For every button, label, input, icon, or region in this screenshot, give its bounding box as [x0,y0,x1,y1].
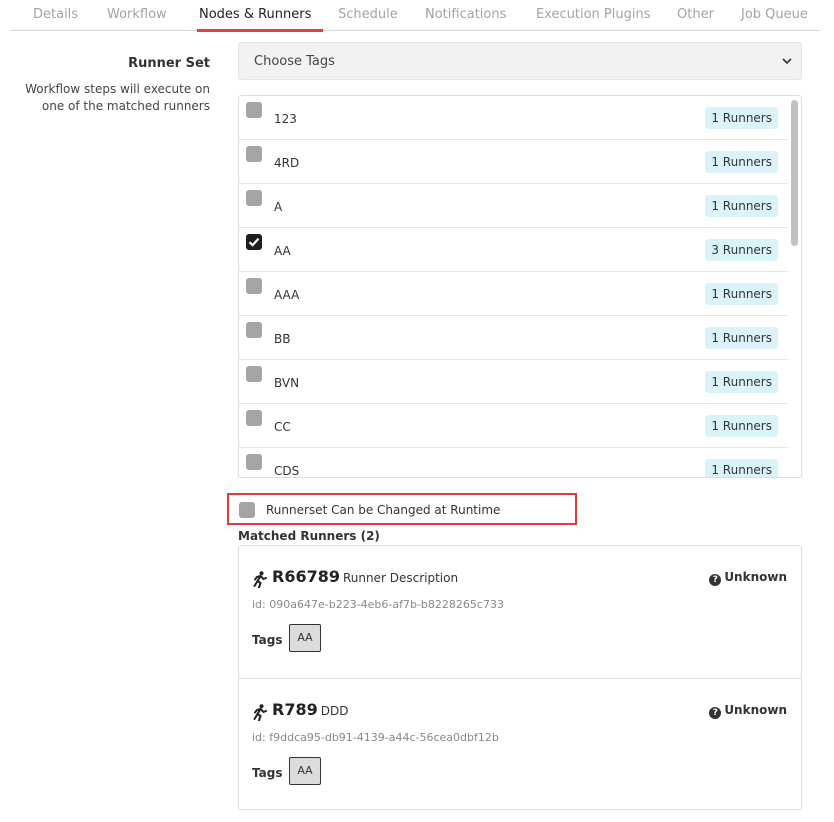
runner-tag-chip: AA [289,624,321,652]
tag-option-name: CC [274,420,291,434]
tag-checkbox[interactable] [246,454,262,470]
runner-set-help: Workflow steps will execute on one of th… [25,81,210,115]
tab-details[interactable]: Details [33,7,78,22]
tag-checkbox[interactable] [246,278,262,294]
checkmark-icon [248,237,260,247]
tab-job-queue[interactable]: Job Queue [741,7,808,22]
tag-checkbox[interactable] [246,410,262,426]
runner-set-help-line1: Workflow steps will execute on [25,82,210,96]
runner-tag-chip: AA [289,757,321,785]
tag-checkbox[interactable] [246,146,262,162]
tag-option-row[interactable]: BVN 1 Runners [239,360,788,404]
tag-checkbox-checked[interactable] [246,234,262,250]
runner-set-help-line2: one of the matched runners [41,99,210,113]
tab-workflow[interactable]: Workflow [107,7,167,22]
runner-card: R66789 Runner Description id: 090a647e-b2… [239,546,801,678]
tag-checkbox[interactable] [246,322,262,338]
runner-id: id: 090a647e-b223-4eb6-af7b-b8228265c733 [252,598,504,611]
runner-count-badge: 1 Runners [705,371,778,393]
tab-nodes-runners[interactable]: Nodes & Runners [199,7,311,22]
runtime-change-label: Runnerset Can be Changed at Runtime [266,503,501,517]
runner-count-badge: 1 Runners [705,151,778,173]
runner-name: R66789 Runner Description [272,567,458,586]
tag-option-name: BVN [274,376,300,390]
runner-card: R789 DDD id: f9ddca95-db91-4139-a44c-56ce… [239,679,801,811]
tab-schedule[interactable]: Schedule [338,7,398,22]
runtime-change-checkbox[interactable] [239,502,255,518]
runner-set-title: Runner Set [128,56,210,71]
tab-notifications[interactable]: Notifications [425,7,506,22]
runner-id: id: f9ddca95-db91-4139-a44c-56cea0dbf12b [252,731,499,744]
chevron-down-icon [782,58,792,65]
running-person-icon [253,571,267,588]
runner-name-text: R66789 [272,567,340,586]
tag-checkbox[interactable] [246,190,262,206]
runner-description: DDD [320,704,349,718]
tag-checkbox[interactable] [246,102,262,118]
runner-count-badge: 1 Runners [705,283,778,305]
tag-select-value: Choose Tags [254,54,335,69]
tag-option-name: AAA [274,288,300,302]
tag-option-name: CDS [274,464,300,478]
runner-count-badge: 1 Runners [705,327,778,349]
tag-option-row[interactable]: CDS 1 Runners [239,448,788,478]
active-tab-indicator [197,29,323,32]
question-circle-icon: ? [709,707,722,719]
tag-option-row[interactable]: AAA 1 Runners [239,272,788,316]
runner-description: Runner Description [342,571,459,585]
runner-count-badge: 1 Runners [705,195,778,217]
runner-status-text: Unknown [724,570,787,584]
tag-option-name: BB [274,332,291,346]
tag-option-row[interactable]: CC 1 Runners [239,404,788,448]
runner-tags-label: Tags [252,766,283,780]
runner-name-text: R789 [272,700,318,719]
tag-option-name: 4RD [274,156,300,170]
tag-option-row[interactable]: BB 1 Runners [239,316,788,360]
runner-count-badge: 3 Runners [705,239,778,261]
tag-select[interactable]: Choose Tags [238,42,802,80]
matched-runners-title: Matched Runners (2) [238,529,380,543]
tag-option-name: AA [274,244,291,258]
runner-count-badge: 1 Runners [705,459,778,477]
matched-runners-panel: R66789 Runner Description id: 090a647e-b2… [238,545,802,810]
tag-list-scrollbar[interactable] [790,98,799,475]
tab-execution-plugins[interactable]: Execution Plugins [536,7,651,22]
tag-option-row[interactable]: 4RD 1 Runners [239,140,788,184]
tag-option-list[interactable]: 123 1 Runners 4RD 1 Runners A 1 Runners … [238,95,802,478]
scrollbar-thumb[interactable] [791,100,798,246]
tag-checkbox[interactable] [246,366,262,382]
tag-option-name: A [274,200,283,214]
runner-status: ? Unknown [709,703,787,719]
runner-tags-label: Tags [252,633,283,647]
runner-status-text: Unknown [724,703,787,717]
tab-bar: Details Workflow Nodes & Runners Schedul… [10,0,820,32]
runtime-change-option[interactable]: Runnerset Can be Changed at Runtime [227,493,577,525]
running-person-icon [253,704,267,721]
runner-name: R789 DDD [272,700,348,719]
runner-count-badge: 1 Runners [705,107,778,129]
tag-option-row[interactable]: A 1 Runners [239,184,788,228]
runner-status: ? Unknown [709,570,787,586]
tag-option-row[interactable]: 123 1 Runners [239,96,788,140]
question-circle-icon: ? [709,574,722,586]
tag-option-name: 123 [274,112,297,126]
tag-option-row[interactable]: AA 3 Runners [239,228,788,272]
tab-other[interactable]: Other [677,7,714,22]
runner-count-badge: 1 Runners [705,415,778,437]
